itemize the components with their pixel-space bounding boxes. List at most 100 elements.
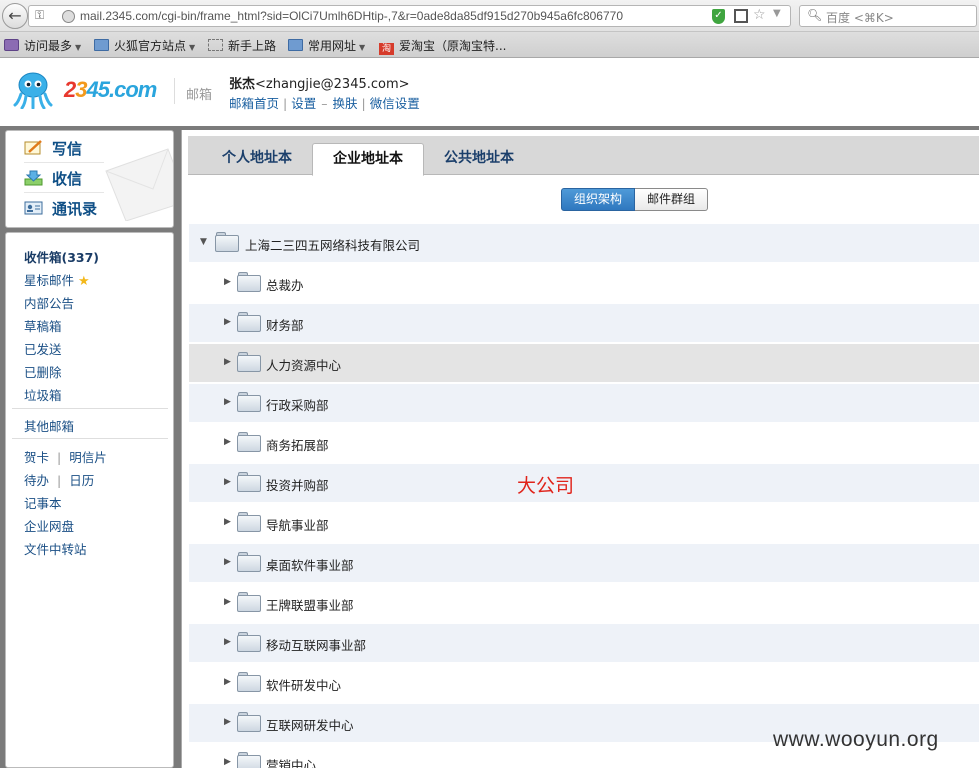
tree-row[interactable]: ▶ 总裁办 [189, 264, 979, 302]
collapsed-triangle-icon[interactable]: ▶ [224, 477, 231, 487]
collapsed-triangle-icon[interactable]: ▶ [224, 717, 231, 727]
address-bar[interactable]: ⚿ mail.2345.com/cgi-bin/frame_html?sid=O… [28, 5, 812, 27]
tree-row[interactable]: ▶ 王牌联盟事业部 [189, 584, 979, 622]
browser-toolbar: ← ⚿ mail.2345.com/cgi-bin/frame_html?sid… [0, 0, 979, 32]
url-text[interactable]: mail.2345.com/cgi-bin/frame_html?sid=OlC… [80, 9, 623, 23]
sidebar-item-other-mailbox[interactable]: 其他邮箱 [24, 416, 74, 435]
mail-header: 2345.com 邮箱 张杰<zhangjie@2345.com> 邮箱首页 | 设… [0, 58, 979, 126]
shield-icon[interactable]: ✓ [712, 9, 725, 24]
tree-row-label: 总裁办 [266, 278, 304, 293]
octopus-logo-icon[interactable] [13, 71, 53, 109]
tree-row-label: 投资并购部 [266, 478, 329, 493]
folder-icon [237, 392, 261, 412]
folder-icon [288, 39, 303, 51]
collapsed-triangle-icon[interactable]: ▶ [224, 597, 231, 607]
folder-icon [237, 632, 261, 652]
sidebar-item-sent[interactable]: 已发送 [24, 339, 62, 358]
bookmark-common-sites[interactable]: 常用网址 ▼ [288, 37, 365, 54]
chevron-down-icon: ▼ [189, 43, 196, 52]
tree-row-label: 互联网研发中心 [266, 718, 354, 733]
sidebar-item-spam[interactable]: 垃圾箱 [24, 385, 62, 404]
link-wechat-settings[interactable]: 微信设置 [370, 96, 420, 111]
tree-row[interactable]: ▶ 桌面软件事业部 [189, 544, 979, 582]
collapsed-triangle-icon[interactable]: ▶ [224, 317, 231, 327]
logo-divider [174, 78, 175, 104]
sidebar-item-notepad[interactable]: 记事本 [24, 493, 62, 512]
link-mail-home[interactable]: 邮箱首页 [229, 96, 279, 111]
collapsed-triangle-icon[interactable]: ▶ [224, 677, 231, 687]
taobao-icon: 淘 [379, 43, 394, 55]
bookmark-firefox-site[interactable]: 火狐官方站点 ▼ [94, 37, 195, 54]
sidebar-item-file-transfer[interactable]: 文件中转站 [24, 539, 87, 558]
chevron-down-icon: ▼ [75, 43, 82, 52]
header-links: 邮箱首页 | 设置 – 换肤 | 微信设置 [229, 96, 420, 111]
link-settings[interactable]: 设置 [291, 96, 316, 111]
folder-icon [237, 472, 261, 492]
folder-icon [94, 39, 109, 51]
sidebar-item-todo[interactable]: 待办 [24, 473, 49, 488]
expanded-triangle-icon[interactable]: ▼ [200, 237, 207, 247]
sidebar-item-inbox[interactable]: 收件箱(337) [24, 247, 99, 266]
divider [12, 438, 168, 439]
key-icon: ⚿ [35, 8, 45, 22]
receive-button[interactable]: 收信 [24, 165, 104, 193]
tree-row[interactable]: ▶ 行政采购部 [189, 384, 979, 422]
logo-text[interactable]: 2345.com [64, 77, 157, 103]
sidebar-tools-row-1: 贺卡 | 明信片 [24, 450, 107, 465]
tree-row[interactable]: ▶ 人力资源中心 [189, 344, 979, 382]
toggle-mail-groups[interactable]: 邮件群组 [635, 188, 708, 211]
bookmark-most-visited[interactable]: 访问最多 ▼ [4, 37, 81, 54]
collapsed-triangle-icon[interactable]: ▶ [224, 277, 231, 287]
chevron-down-icon[interactable]: ▼ [773, 8, 781, 19]
tree-row[interactable]: ▶ 商务拓展部 [189, 424, 979, 462]
folder-icon [215, 232, 239, 252]
qr-code-icon[interactable] [734, 9, 748, 23]
contacts-button[interactable]: 通讯录 [24, 195, 104, 223]
folder-icon [237, 592, 261, 612]
tab-public-contacts[interactable]: 公共地址本 [424, 143, 534, 175]
tab-bar: 个人地址本 企业地址本 公共地址本 [188, 136, 979, 176]
tree-row[interactable]: ▶ 软件研发中心 [189, 664, 979, 702]
back-arrow-icon[interactable]: ← [2, 3, 28, 29]
tree-row-label: 营销中心 [266, 758, 317, 768]
collapsed-triangle-icon[interactable]: ▶ [224, 557, 231, 567]
folder-icon [237, 312, 261, 332]
logo-subtitle: 邮箱 [186, 88, 213, 103]
chevron-down-icon: ▼ [359, 43, 366, 52]
sidebar-item-announcements[interactable]: 内部公告 [24, 293, 74, 312]
tree-root-row[interactable]: ▼ 上海二三四五网络科技有限公司 [189, 224, 979, 262]
collapsed-triangle-icon[interactable]: ▶ [224, 397, 231, 407]
tree-row[interactable]: ▶ 导航事业部 [189, 504, 979, 542]
contact-card-icon [24, 201, 43, 215]
tree-row[interactable]: ▶ 财务部 [189, 304, 979, 342]
collapsed-triangle-icon[interactable]: ▶ [224, 517, 231, 527]
link-change-skin[interactable]: 换肤 [333, 96, 358, 111]
tree-row[interactable]: ▶ 投资并购部 [189, 464, 979, 502]
tree-row-label: 移动互联网事业部 [266, 638, 367, 653]
search-input[interactable]: 🔍︎ 百度 <⌘K> [799, 5, 977, 27]
tab-enterprise-contacts[interactable]: 企业地址本 [312, 143, 424, 176]
star-icon[interactable]: ☆ [753, 7, 766, 23]
collapsed-triangle-icon[interactable]: ▶ [224, 437, 231, 447]
sidebar-item-enterprise-disk[interactable]: 企业网盘 [24, 516, 74, 535]
star-icon: ★ [78, 274, 90, 289]
folder-icon [237, 712, 261, 732]
compose-button[interactable]: 写信 [24, 135, 104, 163]
sidebar-item-starred[interactable]: 星标邮件 ★ [24, 270, 90, 289]
sidebar-nav: 收件箱(337) 星标邮件 ★ 内部公告 草稿箱 已发送 已删除 垃圾箱 其他邮箱… [5, 232, 174, 768]
bookmarks-bar: 访问最多 ▼ 火狐官方站点 ▼ 新手上路 常用网址 ▼ 淘爱淘宝（原淘宝特... [0, 32, 979, 58]
toggle-org-structure[interactable]: 组织架构 [561, 188, 635, 211]
sidebar-item-drafts[interactable]: 草稿箱 [24, 316, 62, 335]
bookmark-aitaobao[interactable]: 淘爱淘宝（原淘宝特... [379, 37, 506, 55]
sidebar-item-deleted[interactable]: 已删除 [24, 362, 62, 381]
sidebar-item-postcard[interactable]: 明信片 [69, 450, 107, 465]
tab-personal-contacts[interactable]: 个人地址本 [202, 143, 312, 175]
collapsed-triangle-icon[interactable]: ▶ [224, 357, 231, 367]
collapsed-triangle-icon[interactable]: ▶ [224, 757, 231, 767]
sidebar-item-calendar[interactable]: 日历 [69, 473, 94, 488]
sidebar-item-greeting-card[interactable]: 贺卡 [24, 450, 49, 465]
collapsed-triangle-icon[interactable]: ▶ [224, 637, 231, 647]
tree-row[interactable]: ▶ 移动互联网事业部 [189, 624, 979, 662]
bookmark-getting-started[interactable]: 新手上路 [208, 37, 276, 54]
search-icon: 🔍︎ [807, 8, 823, 22]
